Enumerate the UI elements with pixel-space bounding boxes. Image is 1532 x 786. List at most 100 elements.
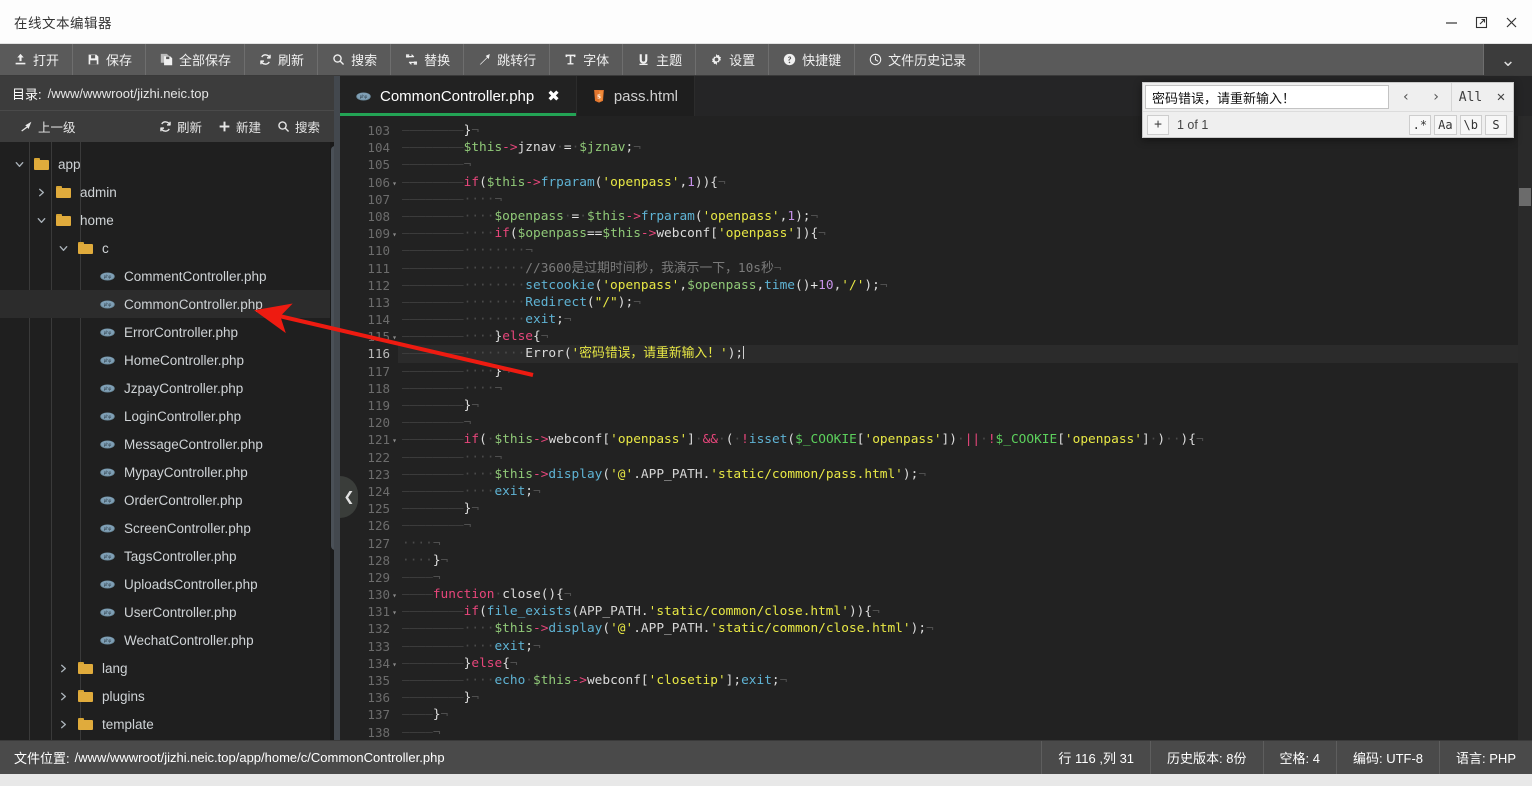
- dir-tool-2[interactable]: 新建: [210, 117, 269, 136]
- tree-file-row[interactable]: php UploadsController.php: [0, 570, 340, 598]
- code-line[interactable]: ————————····¬: [398, 449, 1532, 466]
- tree-file-row[interactable]: php CommonController.php: [0, 290, 340, 318]
- code-line[interactable]: ————}¬: [398, 706, 1532, 723]
- close-icon[interactable]: [1496, 0, 1526, 44]
- tree-folder-row[interactable]: lang: [0, 654, 340, 682]
- tree-folder-row[interactable]: template: [0, 710, 340, 738]
- find-expand-button[interactable]: +: [1147, 114, 1169, 135]
- code-line[interactable]: ————————········¬: [398, 242, 1532, 259]
- toolbar-item-4[interactable]: 搜索: [318, 44, 392, 75]
- tree-file-row[interactable]: php OrderController.php: [0, 486, 340, 514]
- code-line[interactable]: ————————········exit;¬: [398, 311, 1532, 328]
- dir-tool-0[interactable]: 上一级: [12, 117, 84, 136]
- code-line[interactable]: ····¬: [398, 535, 1532, 552]
- chevron-right-icon[interactable]: [52, 691, 74, 702]
- tree-file-row[interactable]: php CommentController.php: [0, 262, 340, 290]
- word-boundary-toggle[interactable]: \b: [1459, 114, 1482, 135]
- chevron-down-icon[interactable]: [8, 159, 30, 170]
- fold-toggle-icon[interactable]: ▾: [392, 604, 397, 621]
- code-line[interactable]: ————function·close(){¬: [398, 586, 1532, 603]
- indent-size[interactable]: 空格: 4: [1262, 741, 1336, 774]
- tree-folder-row[interactable]: app: [0, 150, 340, 178]
- find-close-icon[interactable]: ✕: [1489, 83, 1513, 111]
- code-line[interactable]: ————————if(file_exists(APP_PATH.'static/…: [398, 603, 1532, 620]
- code-line[interactable]: ————————····$this->display('@'.APP_PATH.…: [398, 620, 1532, 637]
- find-next-button[interactable]: ›: [1421, 83, 1451, 111]
- tree-file-row[interactable]: php LoginController.php: [0, 402, 340, 430]
- tree-file-row[interactable]: php ScreenController.php: [0, 514, 340, 542]
- selection-toggle[interactable]: S: [1485, 114, 1507, 135]
- toolbar-item-9[interactable]: 设置: [696, 44, 770, 75]
- editor-tab[interactable]: php CommonController.php ✖: [340, 76, 577, 116]
- toolbar-item-2[interactable]: 全部保存: [146, 44, 246, 75]
- toolbar-item-6[interactable]: 跳转行: [464, 44, 551, 75]
- fold-toggle-icon[interactable]: ▾: [392, 175, 397, 192]
- code-line[interactable]: ————————····}else{¬: [398, 328, 1532, 345]
- code-line[interactable]: ————————if($this->frparam('openpass',1))…: [398, 174, 1532, 191]
- toolbar-item-11[interactable]: 文件历史记录: [855, 44, 981, 75]
- tab-close-icon[interactable]: ✖: [547, 87, 560, 105]
- code-line[interactable]: ————————}else{¬: [398, 655, 1532, 672]
- fold-toggle-icon[interactable]: ▾: [392, 329, 397, 346]
- toolbar-item-7[interactable]: 字体: [550, 44, 624, 75]
- code-content[interactable]: ————————}¬ ————————$this->jznav·=·$jznav;…: [398, 116, 1532, 740]
- fold-toggle-icon[interactable]: ▾: [392, 587, 397, 604]
- code-line[interactable]: ————————¬: [398, 517, 1532, 534]
- chevron-right-icon[interactable]: [52, 663, 74, 674]
- language[interactable]: 语言: PHP: [1439, 741, 1532, 774]
- cursor-position[interactable]: 行 116 ,列 31: [1041, 741, 1150, 774]
- code-line[interactable]: ————¬: [398, 724, 1532, 740]
- tree-folder-row[interactable]: home: [0, 206, 340, 234]
- code-line[interactable]: ————————········setcookie('openpass',$op…: [398, 277, 1532, 294]
- tree-folder-row[interactable]: plugins: [0, 682, 340, 710]
- dir-tool-1[interactable]: 刷新: [151, 117, 210, 136]
- toolbar-item-1[interactable]: 保存: [73, 44, 147, 75]
- code-line[interactable]: ————————········Error('密码错误，请重新输入！');: [398, 345, 1532, 363]
- code-line[interactable]: ····}¬: [398, 552, 1532, 569]
- tree-file-row[interactable]: php WechatController.php: [0, 626, 340, 654]
- fold-toggle-icon[interactable]: ▾: [392, 656, 397, 673]
- code-line[interactable]: ————————}¬: [398, 500, 1532, 517]
- tree-folder-row[interactable]: admin: [0, 178, 340, 206]
- code-line[interactable]: ————————····}¬: [398, 363, 1532, 380]
- editor-tab[interactable]: 5 pass.html: [576, 76, 696, 116]
- tree-file-row[interactable]: php JzpayController.php: [0, 374, 340, 402]
- history-versions[interactable]: 历史版本: 8份: [1150, 741, 1262, 774]
- chevron-right-icon[interactable]: [52, 719, 74, 730]
- code-line[interactable]: ————————····echo·$this->webconf['closeti…: [398, 672, 1532, 689]
- code-line[interactable]: ————————}¬: [398, 397, 1532, 414]
- chevron-down-icon[interactable]: ⌄: [1484, 44, 1532, 75]
- file-tree[interactable]: app admin home c php CommentController.php php…: [0, 142, 340, 740]
- chevron-down-icon[interactable]: [30, 215, 52, 226]
- code-line[interactable]: ————————····¬: [398, 191, 1532, 208]
- code-line[interactable]: ————————········//3600是过期时间秒，我演示一下，10s秒¬: [398, 260, 1532, 277]
- tree-file-row[interactable]: php UserController.php: [0, 598, 340, 626]
- toolbar-item-0[interactable]: 打开: [0, 44, 74, 75]
- code-line[interactable]: ————¬: [398, 569, 1532, 586]
- find-previous-button[interactable]: ‹: [1391, 83, 1421, 111]
- code-line[interactable]: ————————········Redirect("/");¬: [398, 294, 1532, 311]
- code-line[interactable]: ————————····¬: [398, 380, 1532, 397]
- toolbar-item-5[interactable]: 替换: [391, 44, 465, 75]
- find-all-button[interactable]: All: [1451, 83, 1489, 111]
- code-line[interactable]: ————————if(·$this->webconf['openpass']·&…: [398, 431, 1532, 448]
- code-line[interactable]: ————————····exit;¬: [398, 483, 1532, 500]
- editor-scrollbar-thumb[interactable]: [1519, 188, 1531, 206]
- toolbar-item-8[interactable]: 主题: [623, 44, 697, 75]
- regex-toggle[interactable]: .*: [1408, 114, 1432, 135]
- code-line[interactable]: ————————····exit;¬: [398, 638, 1532, 655]
- fold-toggle-icon[interactable]: ▾: [392, 432, 397, 449]
- tree-file-row[interactable]: php HomeController.php: [0, 346, 340, 374]
- chevron-right-icon[interactable]: [30, 187, 52, 198]
- editor-scrollbar-track[interactable]: [1518, 116, 1532, 740]
- tree-file-row[interactable]: php TagsController.php: [0, 542, 340, 570]
- maximize-icon[interactable]: [1466, 0, 1496, 44]
- code-line[interactable]: ————————····$openpass·=·$this->frparam('…: [398, 208, 1532, 225]
- toolbar-item-10[interactable]: 快捷键: [769, 44, 856, 75]
- dir-tool-3[interactable]: 搜索: [269, 117, 328, 136]
- code-line[interactable]: ————————····if($openpass==$this->webconf…: [398, 225, 1532, 242]
- minimize-icon[interactable]: [1436, 0, 1466, 44]
- fold-toggle-icon[interactable]: ▾: [392, 226, 397, 243]
- match-case-toggle[interactable]: Aa: [1434, 114, 1457, 135]
- find-input[interactable]: 密码错误，请重新输入！: [1145, 85, 1389, 109]
